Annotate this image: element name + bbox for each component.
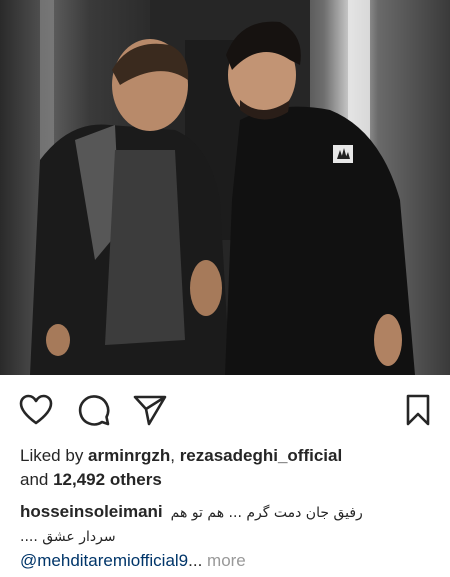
action-bar — [0, 388, 450, 432]
caption-ellipsis: ... — [188, 551, 203, 570]
heart-icon — [19, 394, 53, 425]
caption-mention[interactable]: @mehditaremiofficial9 — [20, 551, 188, 570]
likes-count[interactable]: 12,492 others — [53, 470, 162, 489]
bookmark-icon — [406, 394, 430, 426]
save-button[interactable] — [400, 392, 436, 428]
likes-and: and — [20, 470, 54, 489]
caption-text-line2: سردار عشق .... — [20, 529, 116, 545]
post-caption: hosseinsoleimani رفیق جان دمت گرم ... هم… — [20, 500, 440, 573]
share-button[interactable] — [132, 392, 168, 428]
comment-button[interactable] — [76, 392, 112, 428]
liker-username[interactable]: rezasadeghi_official — [180, 446, 343, 465]
comment-icon — [78, 395, 110, 426]
likes-prefix: Liked by — [20, 446, 89, 465]
post-photo[interactable] — [0, 0, 450, 375]
caption-username[interactable]: hosseinsoleimani — [20, 500, 163, 524]
likes-separator: , — [170, 446, 180, 465]
more-link[interactable]: more — [207, 551, 246, 570]
like-button[interactable] — [18, 392, 54, 428]
likes-summary: Liked by arminrgzh, rezasadeghi_official… — [20, 444, 440, 492]
caption-text-line1: رفیق جان دمت گرم ... هم تو هم — [170, 505, 363, 521]
paper-plane-icon — [133, 395, 167, 426]
photo-illustration — [30, 0, 415, 375]
liker-username[interactable]: arminrgzh — [88, 446, 170, 465]
